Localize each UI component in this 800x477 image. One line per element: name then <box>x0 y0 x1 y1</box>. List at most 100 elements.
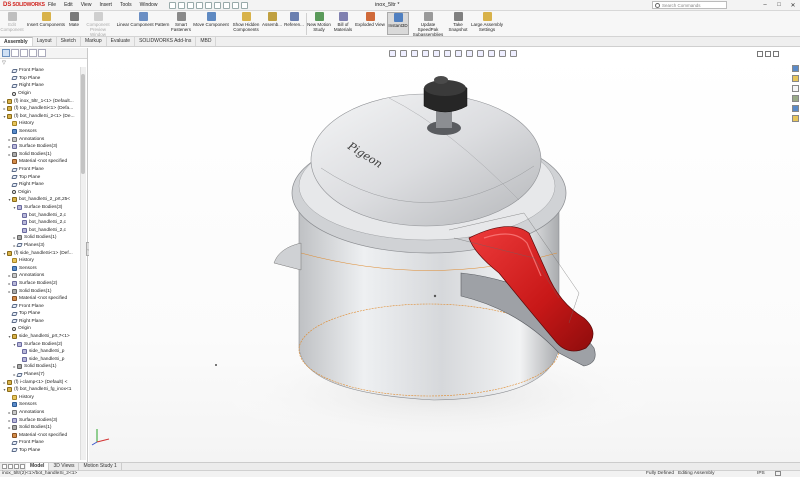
open-icon[interactable] <box>187 1 195 9</box>
tree-item[interactable]: Right Plane <box>0 181 87 189</box>
undo-icon[interactable] <box>214 1 222 9</box>
prev-tab-icon[interactable] <box>8 464 13 469</box>
large-assembly-settings-button[interactable]: Large Assembly Settings <box>470 12 504 32</box>
display-manager-tab-icon[interactable] <box>38 49 46 57</box>
tree-item[interactable]: ▾ (f) side_handleSi<1> (Def... <box>0 249 87 257</box>
tree-item[interactable]: Front Plane <box>0 67 87 75</box>
tree-item[interactable]: History <box>0 257 87 265</box>
tree-item[interactable]: Right Plane <box>0 82 87 90</box>
smart-fasteners-button[interactable]: Smart Fasteners <box>170 12 192 32</box>
tree-item[interactable]: Sensors <box>0 401 87 409</box>
tree-scrollbar-thumb[interactable] <box>81 74 85 174</box>
tree-item[interactable]: ▸ Solid Bodies(1) <box>0 287 87 295</box>
tree-item[interactable]: bot_handleSi_2,c <box>0 219 87 227</box>
tree-item[interactable]: ▾ bot_handleSi_2_prt,25< <box>0 196 87 204</box>
tree-item[interactable]: ▾ (f) bot_handleSi_2<1> (De... <box>0 113 87 121</box>
update-speedpak-button[interactable]: Update SpeedPak Subassemblies <box>410 12 446 37</box>
tree-item[interactable]: ▸ Annotations <box>0 409 87 417</box>
tree-item[interactable]: History <box>0 120 87 128</box>
status-options-icon[interactable] <box>775 471 781 476</box>
first-tab-icon[interactable] <box>2 464 7 469</box>
tree-item[interactable]: ▸ (f) i-clamp<1> (Default) < <box>0 378 87 386</box>
tree-item[interactable]: Origin <box>0 189 87 197</box>
edit-component-button[interactable]: Edit Component <box>0 12 24 32</box>
home-icon[interactable] <box>169 1 177 9</box>
graphics-viewport[interactable]: Pigeon <box>89 48 800 462</box>
menu-tools[interactable]: Tools <box>116 2 136 8</box>
tree-item[interactable]: ▾ Surface Bodies(2) <box>0 340 87 348</box>
new-document-icon[interactable] <box>178 1 186 9</box>
tree-item[interactable]: ▸ (f) inox_5ltr_1<1> (Default... <box>0 97 87 105</box>
tree-item[interactable]: ▸ Annotations <box>0 135 87 143</box>
component-preview-button[interactable]: Component Preview Window <box>82 12 114 37</box>
tree-item[interactable]: ▸ Surface Bodies(2) <box>0 280 87 288</box>
tree-item[interactable]: Top Plane <box>0 447 87 455</box>
tab-model[interactable]: Model <box>26 463 50 470</box>
tree-item[interactable]: Right Plane <box>0 318 87 326</box>
tree-item[interactable]: ▾ side_handleSi_prt,7<1> <box>0 333 87 341</box>
tree-item[interactable]: Top Plane <box>0 173 87 181</box>
tab-markup[interactable]: Markup <box>81 37 107 46</box>
tree-item[interactable]: ▸ Planes(7) <box>0 371 87 379</box>
tree-item[interactable]: ▸ Solid Bodies(1) <box>0 363 87 371</box>
last-tab-icon[interactable] <box>20 464 25 469</box>
tree-item[interactable]: ▸ (f) top_handleSi<1> (Defa... <box>0 105 87 113</box>
rebuild-icon[interactable] <box>232 1 240 9</box>
tab-layout[interactable]: Layout <box>33 37 57 46</box>
tree-item[interactable]: Top Plane <box>0 310 87 318</box>
mate-button[interactable]: Mate <box>67 12 81 27</box>
tree-item[interactable]: Material <not specified <box>0 432 87 440</box>
tab-sketch[interactable]: Sketch <box>57 37 81 46</box>
tab-assembly[interactable]: Assembly <box>0 37 33 46</box>
tree-item[interactable]: bot_handleSi_2,c <box>0 211 87 219</box>
menu-window[interactable]: Window <box>136 2 162 8</box>
tree-item[interactable]: side_handleSi_p <box>0 356 87 364</box>
tree-item[interactable]: Front Plane <box>0 302 87 310</box>
status-units[interactable]: IPS <box>757 471 765 477</box>
tree-item[interactable]: Origin <box>0 90 87 98</box>
tab-solidworks-addins[interactable]: SOLIDWORKS Add-Ins <box>135 37 197 46</box>
dimxpert-tab-icon[interactable] <box>29 49 37 57</box>
menu-edit[interactable]: Edit <box>60 2 77 8</box>
tree-item[interactable]: Sensors <box>0 264 87 272</box>
pressure-cooker-model[interactable]: Pigeon <box>89 48 800 462</box>
close-icon[interactable]: ✕ <box>786 0 800 10</box>
tree-item[interactable]: ▸ Planes(3) <box>0 242 87 250</box>
assembly-features-button[interactable]: Assemb... <box>262 12 282 27</box>
tree-item[interactable]: ▸ Surface Bodies(3) <box>0 143 87 151</box>
property-manager-tab-icon[interactable] <box>11 49 19 57</box>
tab-evaluate[interactable]: Evaluate <box>107 37 136 46</box>
tree-item[interactable]: Top Plane <box>0 75 87 83</box>
show-hidden-components-button[interactable]: Show Hidden Components <box>231 12 261 32</box>
next-tab-icon[interactable] <box>14 464 19 469</box>
instant3d-button[interactable]: Instant3D <box>387 12 409 35</box>
move-component-button[interactable]: Move Component <box>192 12 230 27</box>
tree-item[interactable]: Front Plane <box>0 166 87 174</box>
tree-item[interactable]: Front Plane <box>0 439 87 447</box>
save-icon[interactable] <box>196 1 204 9</box>
tree-item[interactable]: Origin <box>0 325 87 333</box>
tree-item[interactable]: History <box>0 394 87 402</box>
take-snapshot-button[interactable]: Take Snapshot <box>447 12 469 32</box>
tree-item[interactable]: Sensors <box>0 128 87 136</box>
options-icon[interactable] <box>241 1 249 9</box>
feature-tree-tab-icon[interactable] <box>2 49 10 57</box>
tree-item[interactable]: Material <not specified <box>0 158 87 166</box>
tab-motion-study-1[interactable]: Motion Study 1 <box>79 463 122 470</box>
menu-file[interactable]: File <box>44 2 60 8</box>
tab-mbd[interactable]: MBD <box>196 37 217 46</box>
select-icon[interactable] <box>223 1 231 9</box>
tree-item[interactable]: ▸ Solid Bodies(1) <box>0 234 87 242</box>
tree-item[interactable]: Material <not specified <box>0 295 87 303</box>
tree-item[interactable]: ▾ (f) bot_handleSi_fg_inox<1 <box>0 386 87 394</box>
menu-insert[interactable]: Insert <box>95 2 116 8</box>
tab-3d-views[interactable]: 3D Views <box>49 463 80 470</box>
print-icon[interactable] <box>205 1 213 9</box>
new-motion-study-button[interactable]: New Motion Study <box>307 12 331 32</box>
tree-item[interactable]: ▸ Annotations <box>0 272 87 280</box>
left-side-handle[interactable] <box>273 242 302 271</box>
tree-item[interactable]: ▸ Surface Bodies(3) <box>0 416 87 424</box>
reference-geometry-button[interactable]: Referen... <box>283 12 305 27</box>
tree-item[interactable]: ▾ Surface Bodies(3) <box>0 204 87 212</box>
insert-components-button[interactable]: Insert Components <box>26 12 66 27</box>
